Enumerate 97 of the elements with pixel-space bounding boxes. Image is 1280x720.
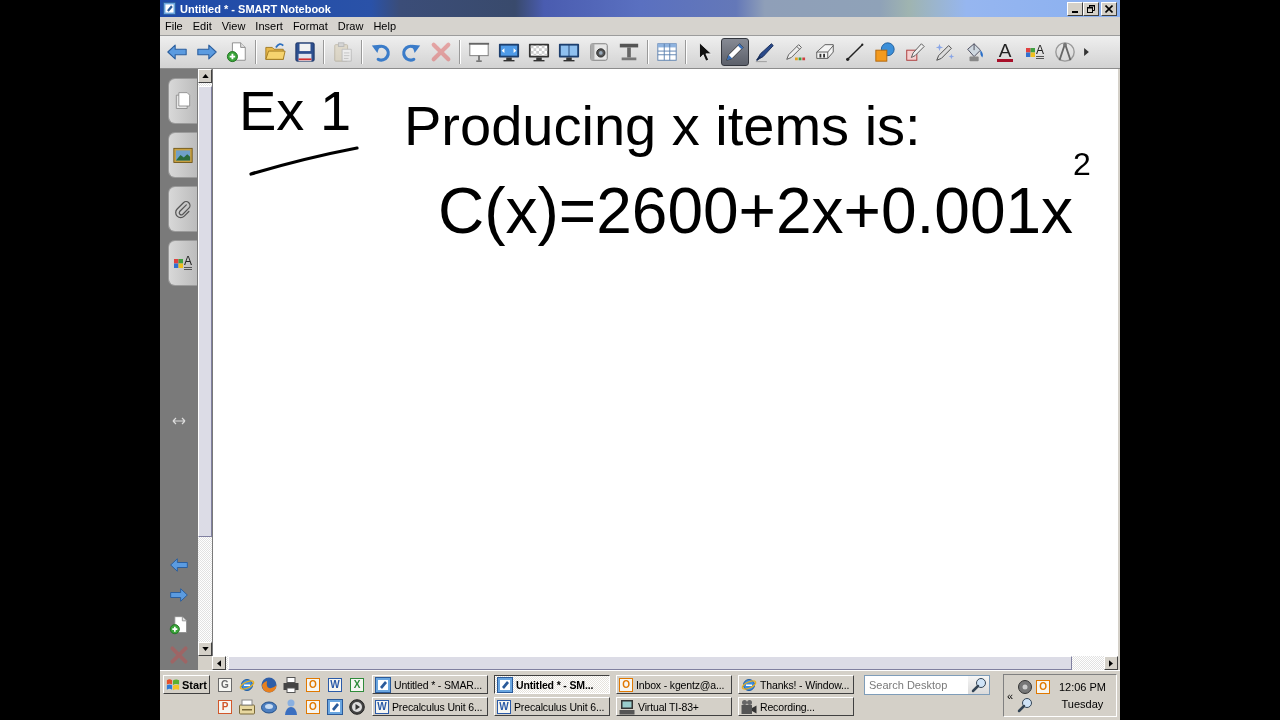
restore-button[interactable] [1083,1,1099,16]
taskbar-button[interactable]: Recording... [738,697,854,716]
notebook-icon [497,676,513,693]
ring-icon[interactable] [1017,678,1034,695]
taskbar-button[interactable]: O Inbox - kgentz@a... [616,675,732,694]
flag-icon [166,677,180,692]
left-arrow-icon [217,659,221,667]
menu-item[interactable]: Format [287,17,333,35]
scroll-right-button[interactable] [1104,656,1118,670]
computer-icon [619,698,635,715]
notebook-icon [163,2,176,15]
scrollbar-thumb[interactable] [198,86,212,537]
color-swatches-icon [174,258,183,268]
cross-icon [430,41,452,63]
paint-bucket-icon [964,41,986,63]
letter-tile-icon: W [375,699,389,714]
menu-item[interactable]: Help [368,17,401,35]
pages-icon [173,91,193,111]
scroll-left-button[interactable] [212,656,226,670]
window-title: Untitled * - SMART Notebook [180,2,331,15]
scanner-icon[interactable] [239,698,255,715]
menu-item[interactable]: View [216,17,251,35]
letter-tile-icon: O [619,677,633,692]
scroll-up-button[interactable] [198,69,212,83]
line-icon [844,41,866,63]
notebook-icon [375,676,391,693]
letter-tile-icon[interactable]: P [218,699,232,714]
taskbar-button[interactable]: W Precalculus Unit 6... [494,697,610,716]
taskbar-button[interactable]: Virtual TI-83+ [616,697,732,716]
letter-tile-icon[interactable]: X [350,677,364,692]
resize-handle-icon[interactable] [172,417,186,425]
compass-icon [1054,41,1076,63]
right-arrow-icon [169,585,189,605]
clipboard-icon [332,41,354,63]
color-swatches-icon [1026,47,1035,57]
chevron-icon[interactable] [1084,48,1089,56]
clock-time: 12:06 PM [1058,680,1106,694]
monitor-icon [498,41,520,63]
play-disc-icon[interactable] [349,698,365,715]
split-monitor-icon [558,41,580,63]
page-plus-icon [169,615,189,635]
framed-picture-icon [173,145,193,165]
down-arrow-icon [201,647,209,651]
page-plus-icon [226,41,248,63]
printer-icon[interactable] [283,676,299,693]
globe-icon [741,676,757,693]
checkered-monitor-icon [528,41,550,63]
start-button[interactable]: Start [163,675,210,694]
right-arrow-icon [1109,659,1113,667]
menu-item[interactable]: Insert [250,17,288,35]
up-arrow-icon [201,74,209,78]
restore-icon [1087,4,1095,13]
folder-icon [264,41,286,63]
person-icon[interactable] [283,698,299,715]
sparkle-pen-icon [934,41,956,63]
clock-day: Tuesday [1061,697,1104,711]
fox-globe-icon[interactable] [261,676,277,693]
attachments-tab[interactable] [168,186,197,232]
disc-icon[interactable] [261,698,277,715]
pen-icon [724,41,746,63]
paperclip-icon [173,199,193,219]
video-camera-icon [741,698,757,715]
handwritten-heading: Ex 1 [239,83,352,139]
projector-screen-icon [468,41,490,63]
letter-tile-icon[interactable]: W [328,677,342,692]
letter-tile-icon: W [497,699,511,714]
close-icon [1105,4,1113,13]
taskbar-button[interactable]: Thanks! - Window... [738,675,854,694]
notebook-icon[interactable] [327,698,343,715]
menu-item[interactable]: Draw [332,17,369,35]
gallery-tab[interactable] [168,132,197,178]
show-hidden-icons-button[interactable]: « [1006,689,1015,702]
letter-tile-icon[interactable]: G [218,677,232,692]
scroll-down-button[interactable] [198,642,212,656]
cross-icon [169,645,189,665]
globe-icon[interactable] [239,676,255,693]
pen-tool-button[interactable] [721,38,749,66]
taskbar-button[interactable]: W Precalculus Unit 6... [372,697,488,716]
taskbar-button[interactable]: Untitled * - SM... [494,675,610,694]
properties-button[interactable]: A [1021,38,1049,66]
minimize-icon [1072,10,1078,13]
properties-tab[interactable]: A [168,240,197,286]
left-arrow-icon [169,555,189,575]
search-icon[interactable] [1017,696,1034,713]
brush-pen-icon [754,41,776,63]
pencil-square-icon [904,41,926,63]
menu-item[interactable]: Edit [187,17,217,35]
table-icon [656,41,678,63]
pencil-icon [784,41,806,63]
minimize-button[interactable] [1067,1,1083,16]
taskbar-button[interactable]: Untitled * - SMAR... [372,675,488,694]
menu-item[interactable]: File [160,17,188,35]
close-button[interactable] [1101,1,1117,16]
text-tool-button[interactable]: A [991,38,1019,66]
shapes-icon [874,41,896,63]
stand-icon [618,41,640,63]
camera-icon [588,41,610,63]
